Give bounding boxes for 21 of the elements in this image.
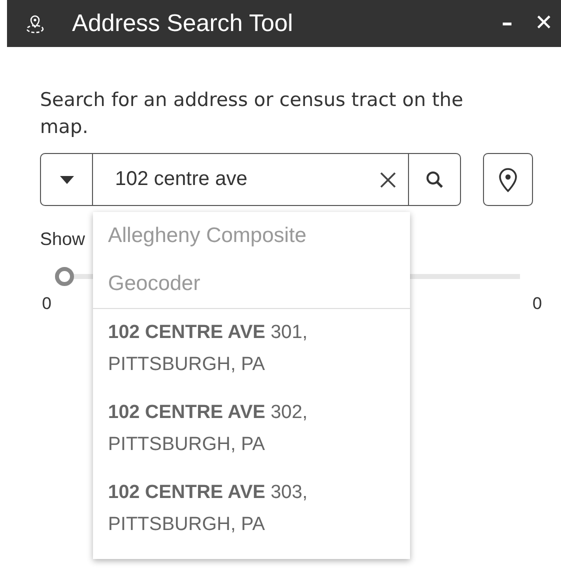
source-dropdown-button[interactable]	[40, 153, 93, 206]
slider-label: Show	[40, 228, 86, 250]
caret-icon	[60, 176, 74, 184]
suggestion-item[interactable]: 102 CENTRE AVE 301, PITTSBURGH, PA	[93, 309, 373, 389]
source-heading: Allegheny Composite Geocoder	[93, 212, 410, 309]
search-field[interactable]: 102 centre ave	[93, 153, 408, 206]
map-pin-icon	[25, 14, 45, 34]
clear-icon[interactable]	[380, 172, 396, 188]
description-text: Search for an address or census tract on the map.	[40, 88, 464, 140]
search-button[interactable]	[408, 153, 461, 206]
search-icon	[424, 170, 444, 190]
locate-button[interactable]	[483, 153, 533, 206]
slider-thumb[interactable]	[55, 267, 74, 286]
slider-max-label: 0	[532, 294, 542, 314]
suggestion-item[interactable]: 102 CENTRE AVE 303, PITTSBURGH, PA	[93, 469, 373, 549]
minimize-button[interactable]: –	[494, 12, 521, 34]
window-title: Address Search Tool	[72, 10, 294, 38]
map-pin-icon	[498, 166, 518, 192]
suggestion-item[interactable]: 102 CENTRE AVE 302, PITTSBURGH, PA	[93, 389, 373, 469]
close-button[interactable]: ✕	[526, 12, 561, 34]
slider-min-label: 0	[42, 294, 52, 314]
